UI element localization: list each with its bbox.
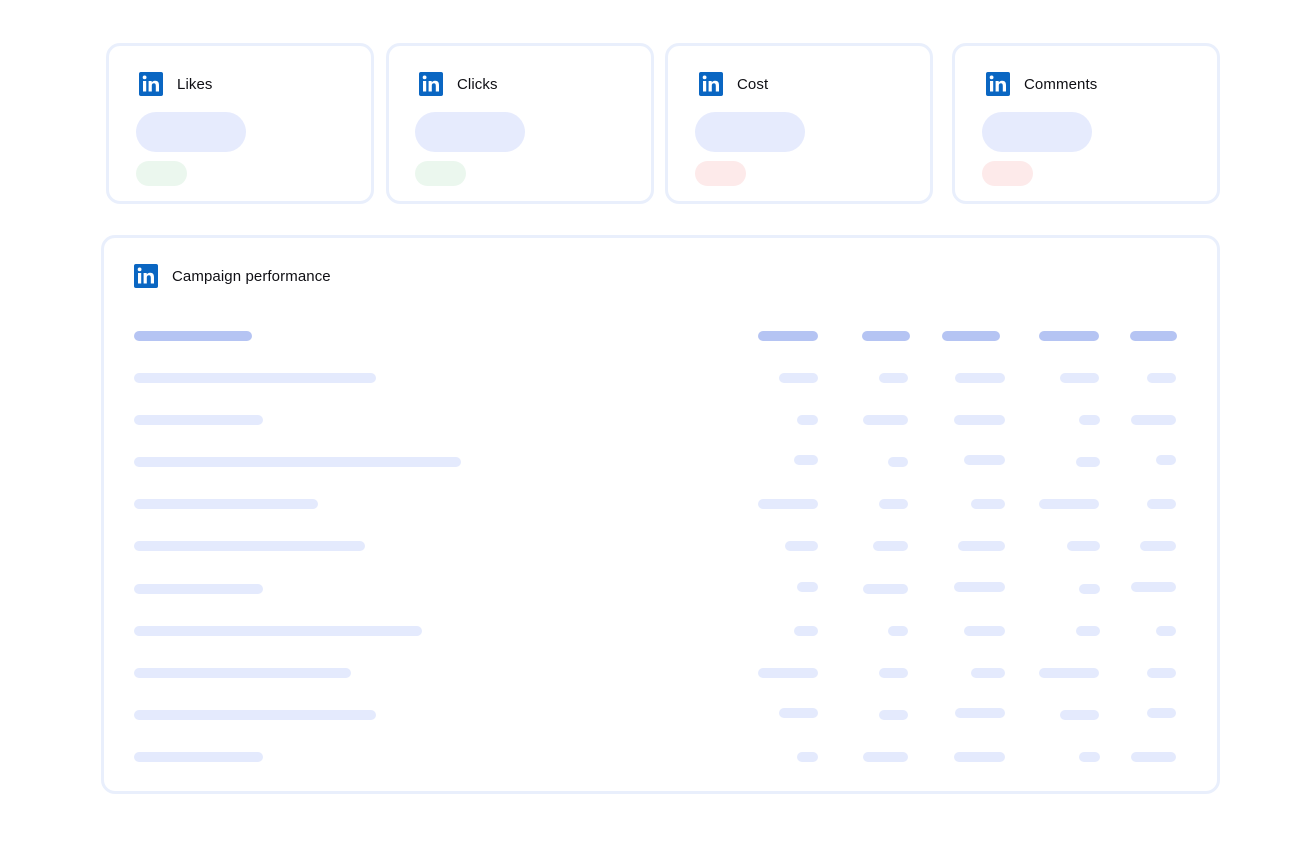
kpi-value-placeholder bbox=[136, 112, 246, 152]
table-cell-placeholder bbox=[1060, 710, 1099, 720]
table-cell-placeholder bbox=[1156, 626, 1176, 636]
table-cell-placeholder bbox=[954, 752, 1005, 762]
kpi-delta-placeholder bbox=[695, 161, 746, 186]
table-cell-placeholder bbox=[1131, 752, 1176, 762]
table-cell-placeholder bbox=[879, 710, 908, 720]
table-cell-placeholder bbox=[888, 626, 908, 636]
table-cell-placeholder bbox=[1147, 708, 1176, 718]
table-cell-placeholder bbox=[1067, 541, 1100, 551]
table-cell-placeholder bbox=[758, 668, 818, 678]
table-cell-placeholder bbox=[863, 752, 908, 762]
table-cell-placeholder bbox=[794, 455, 818, 465]
kpi-card-comments: Comments bbox=[952, 43, 1220, 204]
table-cell-placeholder bbox=[794, 626, 818, 636]
kpi-card-cost: Cost bbox=[665, 43, 933, 204]
table-cell-placeholder bbox=[1039, 499, 1099, 509]
table-cell-placeholder bbox=[1147, 668, 1176, 678]
kpi-card-title: Likes bbox=[177, 75, 213, 93]
kpi-value-placeholder bbox=[695, 112, 805, 152]
kpi-delta-placeholder bbox=[982, 161, 1033, 186]
table-cell-placeholder bbox=[134, 499, 318, 509]
table-cell-placeholder bbox=[134, 457, 461, 467]
kpi-card-header: Comments bbox=[986, 72, 1097, 96]
kpi-card-header: Clicks bbox=[419, 72, 498, 96]
table-cell-placeholder bbox=[134, 415, 263, 425]
kpi-card-header: Cost bbox=[699, 72, 768, 96]
kpi-card-likes: Likes bbox=[106, 43, 374, 204]
table-cell-placeholder bbox=[1079, 415, 1100, 425]
kpi-card-title: Cost bbox=[737, 75, 769, 93]
table-cell-placeholder bbox=[971, 668, 1005, 678]
table-header-placeholder bbox=[1039, 331, 1099, 341]
campaign-performance-title: Campaign performance bbox=[172, 267, 331, 285]
table-cell-placeholder bbox=[879, 499, 908, 509]
table-cell-placeholder bbox=[134, 584, 263, 594]
table-cell-placeholder bbox=[1147, 373, 1176, 383]
table-header-placeholder bbox=[134, 331, 252, 341]
table-cell-placeholder bbox=[758, 499, 818, 509]
table-header-placeholder bbox=[862, 331, 910, 341]
table-cell-placeholder bbox=[1079, 752, 1100, 762]
table-cell-placeholder bbox=[954, 582, 1005, 592]
table-cell-placeholder bbox=[879, 373, 908, 383]
table-cell-placeholder bbox=[134, 752, 263, 762]
table-cell-placeholder bbox=[1076, 457, 1100, 467]
table-cell-placeholder bbox=[134, 710, 376, 720]
linkedin-icon bbox=[419, 72, 443, 96]
table-cell-placeholder bbox=[797, 752, 818, 762]
table-cell-placeholder bbox=[1039, 668, 1099, 678]
campaign-performance-card: Campaign performance bbox=[101, 235, 1220, 794]
table-cell-placeholder bbox=[879, 668, 908, 678]
linkedin-icon bbox=[139, 72, 163, 96]
kpi-card-title: Clicks bbox=[457, 75, 498, 93]
table-cell-placeholder bbox=[971, 499, 1005, 509]
table-cell-placeholder bbox=[785, 541, 818, 551]
table-cell-placeholder bbox=[1131, 415, 1176, 425]
kpi-card-clicks: Clicks bbox=[386, 43, 654, 204]
table-cell-placeholder bbox=[797, 582, 818, 592]
table-cell-placeholder bbox=[955, 708, 1005, 718]
linkedin-icon bbox=[134, 264, 158, 288]
table-cell-placeholder bbox=[797, 415, 818, 425]
campaign-performance-header: Campaign performance bbox=[134, 264, 331, 288]
table-cell-placeholder bbox=[863, 415, 908, 425]
table-cell-placeholder bbox=[134, 626, 422, 636]
kpi-value-placeholder bbox=[415, 112, 525, 152]
table-cell-placeholder bbox=[779, 708, 818, 718]
table-cell-placeholder bbox=[1140, 541, 1176, 551]
table-cell-placeholder bbox=[1156, 455, 1176, 465]
table-cell-placeholder bbox=[863, 584, 908, 594]
table-cell-placeholder bbox=[873, 541, 908, 551]
table-cell-placeholder bbox=[1147, 499, 1176, 509]
table-cell-placeholder bbox=[134, 668, 351, 678]
table-cell-placeholder bbox=[955, 373, 1005, 383]
table-cell-placeholder bbox=[1131, 582, 1176, 592]
table-cell-placeholder bbox=[134, 541, 365, 551]
kpi-delta-placeholder bbox=[415, 161, 466, 186]
table-cell-placeholder bbox=[134, 373, 376, 383]
table-header-placeholder bbox=[758, 331, 818, 341]
table-cell-placeholder bbox=[779, 373, 818, 383]
linkedin-icon bbox=[699, 72, 723, 96]
table-cell-placeholder bbox=[964, 455, 1005, 465]
kpi-card-header: Likes bbox=[139, 72, 213, 96]
table-cell-placeholder bbox=[1076, 626, 1100, 636]
table-cell-placeholder bbox=[954, 415, 1005, 425]
table-cell-placeholder bbox=[888, 457, 908, 467]
table-cell-placeholder bbox=[958, 541, 1005, 551]
linkedin-icon bbox=[986, 72, 1010, 96]
table-cell-placeholder bbox=[964, 626, 1005, 636]
kpi-delta-placeholder bbox=[136, 161, 187, 186]
kpi-card-title: Comments bbox=[1024, 75, 1098, 93]
table-cell-placeholder bbox=[1060, 373, 1099, 383]
table-header-placeholder bbox=[942, 331, 1000, 341]
kpi-value-placeholder bbox=[982, 112, 1092, 152]
table-cell-placeholder bbox=[1079, 584, 1100, 594]
table-header-placeholder bbox=[1130, 331, 1177, 341]
